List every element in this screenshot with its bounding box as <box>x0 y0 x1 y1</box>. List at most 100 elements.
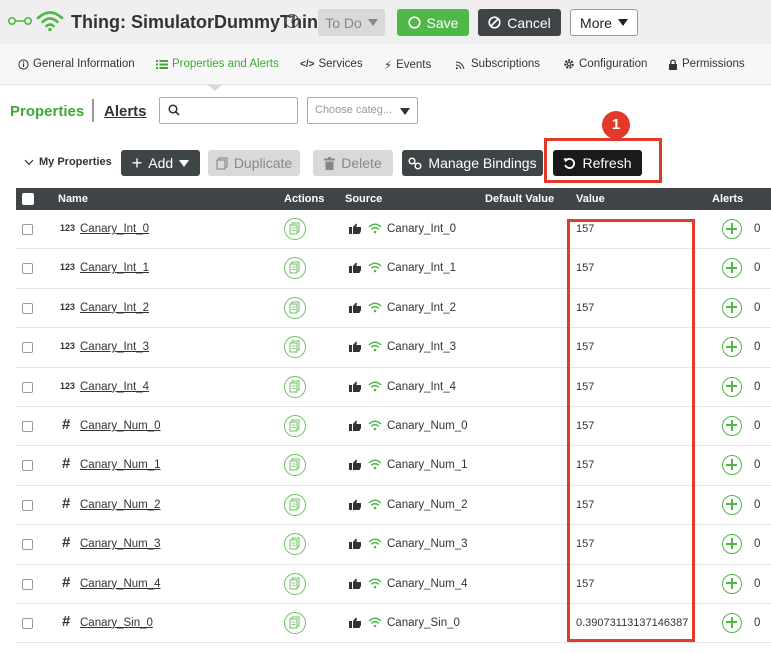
binding-icon <box>408 156 422 170</box>
delete-button[interactable]: Delete <box>313 150 393 176</box>
action-icon[interactable] <box>284 572 306 595</box>
wifi-icon <box>368 262 382 273</box>
tab-label: Properties and Alerts <box>172 58 279 70</box>
property-name-link[interactable]: Canary_Int_2 <box>80 302 149 314</box>
action-icon[interactable] <box>284 257 306 280</box>
select-all-checkbox[interactable] <box>22 193 34 205</box>
tab-services[interactable]: </> Services <box>300 58 363 70</box>
property-name-link[interactable]: Canary_Num_4 <box>80 578 161 590</box>
col-value[interactable]: Value <box>576 193 605 205</box>
list-icon <box>156 59 168 69</box>
tab-label: Permissions <box>682 58 745 70</box>
bolt-icon: ⚡ <box>384 60 393 72</box>
wifi-icon <box>368 223 382 234</box>
tab-subscriptions[interactable]: Subscriptions <box>455 58 540 70</box>
my-properties-toggle[interactable]: My Properties <box>24 156 112 168</box>
more-button[interactable]: More <box>570 9 638 36</box>
action-icon[interactable] <box>284 611 306 634</box>
property-name-link[interactable]: Canary_Num_0 <box>80 420 161 432</box>
alert-count: 0 <box>754 419 761 432</box>
add-alert-icon[interactable] <box>722 534 742 555</box>
add-alert-icon[interactable] <box>722 337 742 358</box>
action-icon[interactable] <box>284 493 306 516</box>
save-circle-icon <box>407 16 421 29</box>
col-default-value[interactable]: Default Value <box>485 193 554 205</box>
row-checkbox[interactable] <box>22 302 33 314</box>
number-type-icon: # <box>62 415 71 433</box>
tab-properties-and-alerts[interactable]: Properties and Alerts <box>156 58 279 70</box>
row-checkbox[interactable] <box>22 263 33 275</box>
property-name-link[interactable]: Canary_Num_3 <box>80 538 161 550</box>
search-input[interactable] <box>159 97 298 124</box>
tab-events[interactable]: ⚡ Events <box>384 58 431 72</box>
action-icon[interactable] <box>284 218 306 240</box>
add-alert-icon[interactable] <box>722 219 742 239</box>
add-alert-icon[interactable] <box>722 612 742 633</box>
save-button[interactable]: Save <box>397 9 469 36</box>
property-name-link[interactable]: Canary_Int_4 <box>80 381 149 393</box>
plus-icon: + <box>131 153 143 173</box>
action-icon[interactable] <box>284 336 306 359</box>
alert-count: 0 <box>754 538 761 551</box>
help-icon[interactable]: ? <box>285 14 299 28</box>
thumbs-up-icon <box>349 262 361 274</box>
alerts-subtab[interactable]: Alerts <box>104 103 147 120</box>
integer-type-icon: 123 <box>60 223 76 233</box>
cancel-button[interactable]: Cancel <box>478 9 561 36</box>
properties-subtab[interactable]: Properties <box>10 103 84 120</box>
number-type-icon: # <box>62 612 71 630</box>
thing-header: Thing: SimulatorDummyThing ? To Do Save … <box>0 0 771 44</box>
tab-general-information[interactable]: General Information <box>18 58 135 70</box>
chevron-down-icon <box>24 159 34 165</box>
add-button[interactable]: + Add <box>121 150 200 176</box>
duplicate-button[interactable]: Duplicate <box>208 150 300 176</box>
category-select[interactable]: Choose categ... <box>307 97 418 124</box>
connection-icon <box>8 16 32 26</box>
tab-label: Services <box>318 58 363 70</box>
row-checkbox[interactable] <box>22 617 33 629</box>
property-name-link[interactable]: Canary_Int_1 <box>80 262 149 274</box>
add-alert-icon[interactable] <box>722 455 742 476</box>
integer-type-icon: 123 <box>60 341 76 352</box>
add-alert-icon[interactable] <box>722 258 742 279</box>
property-name-link[interactable]: Canary_Sin_0 <box>80 617 153 629</box>
property-name-link[interactable]: Canary_Num_1 <box>80 459 161 471</box>
integer-type-icon: 123 <box>60 301 76 312</box>
manage-bindings-button[interactable]: Manage Bindings <box>402 150 543 176</box>
row-checkbox[interactable] <box>22 539 33 551</box>
thumbs-up-icon <box>349 381 361 392</box>
wifi-icon <box>368 381 382 391</box>
tab-permissions[interactable]: Permissions <box>668 58 745 70</box>
trash-icon <box>324 156 336 170</box>
add-alert-icon[interactable] <box>722 573 742 594</box>
alert-count: 0 <box>754 498 761 511</box>
property-name-link[interactable]: Canary_Int_3 <box>80 341 149 353</box>
row-checkbox[interactable] <box>22 420 33 432</box>
action-icon[interactable] <box>284 454 306 477</box>
chevron-down-icon <box>617 19 628 26</box>
row-checkbox[interactable] <box>22 460 33 472</box>
todo-button[interactable]: To Do <box>318 9 385 36</box>
action-icon[interactable] <box>284 375 306 398</box>
wifi-icon <box>36 11 64 32</box>
row-checkbox[interactable] <box>22 224 33 235</box>
row-checkbox[interactable] <box>22 499 33 511</box>
row-checkbox[interactable] <box>22 342 33 354</box>
action-icon[interactable] <box>284 533 306 556</box>
row-checkbox[interactable] <box>22 578 33 590</box>
number-type-icon: # <box>62 494 71 512</box>
col-name[interactable]: Name <box>58 193 88 205</box>
action-icon[interactable] <box>284 296 306 319</box>
add-alert-icon[interactable] <box>722 297 742 318</box>
tab-configuration[interactable]: Configuration <box>563 58 647 70</box>
add-alert-icon[interactable] <box>722 415 742 436</box>
property-name-link[interactable]: Canary_Num_2 <box>80 499 161 511</box>
row-checkbox[interactable] <box>22 381 33 393</box>
add-alert-icon[interactable] <box>722 494 742 515</box>
col-source[interactable]: Source <box>345 193 382 205</box>
property-name-link[interactable]: Canary_Int_0 <box>80 223 149 235</box>
add-alert-icon[interactable] <box>722 376 742 397</box>
action-icon[interactable] <box>284 414 306 437</box>
chevron-down-icon <box>400 108 410 115</box>
alert-count: 0 <box>754 616 761 629</box>
